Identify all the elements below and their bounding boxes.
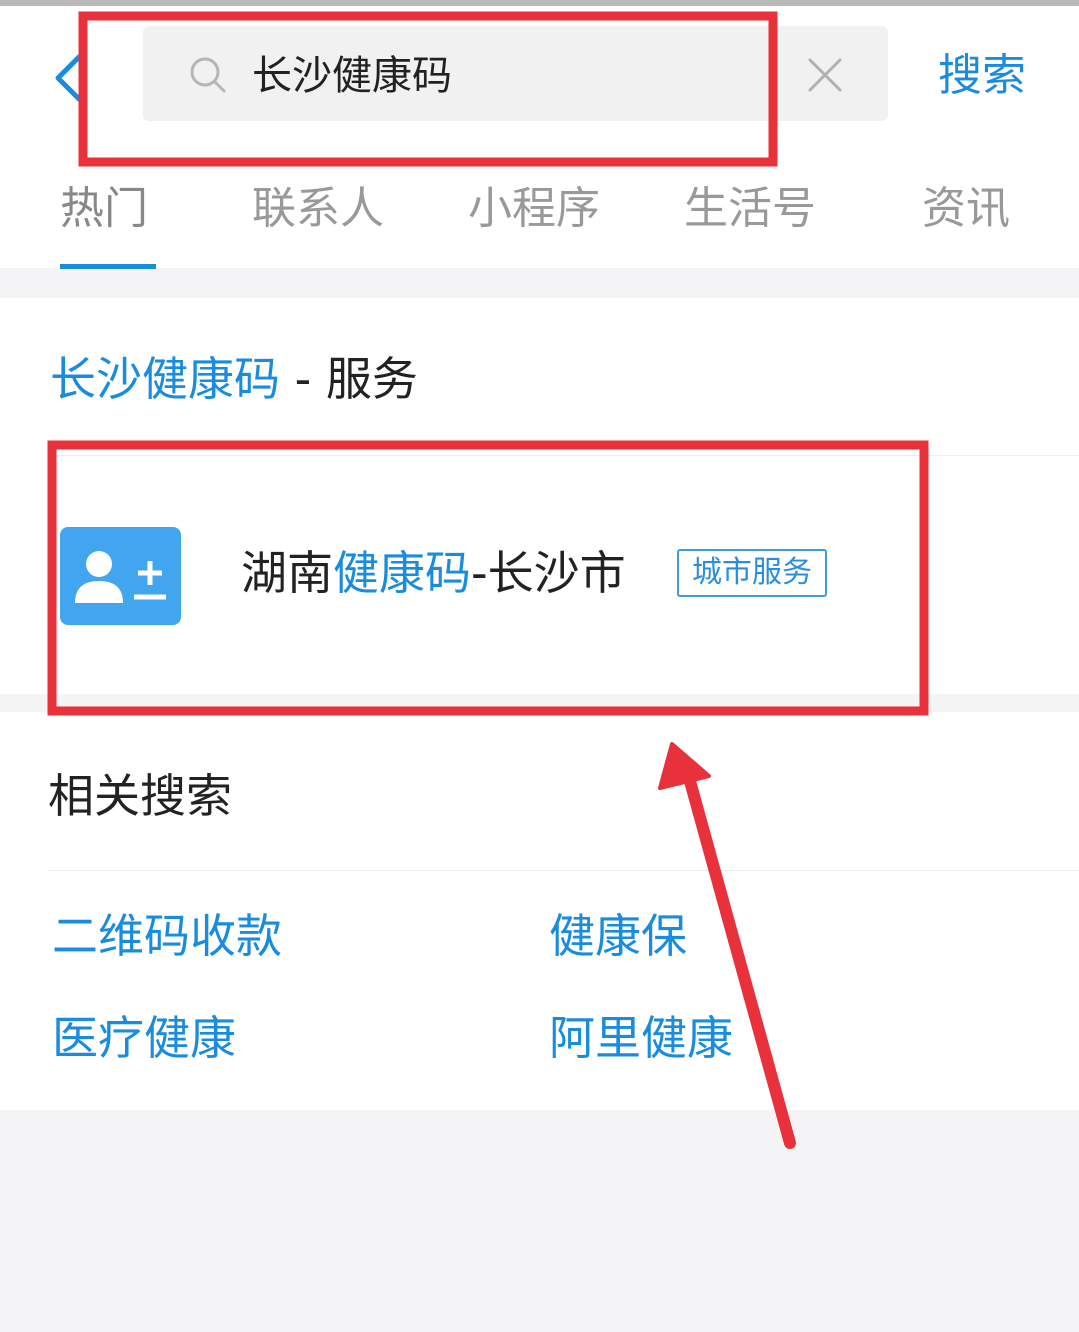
search-icon: [190, 57, 226, 93]
tab-hot[interactable]: 热门: [60, 178, 148, 240]
divider: [48, 870, 1079, 871]
city-service-badge: 城市服务: [677, 549, 827, 597]
service-title-highlight: 长沙健康码: [50, 352, 280, 406]
related-search-link[interactable]: 医疗健康: [52, 1007, 236, 1069]
result-highlight: 健康码: [333, 546, 471, 600]
back-arrow-icon[interactable]: [50, 50, 90, 106]
clear-icon[interactable]: [806, 56, 844, 94]
tab-life-accounts[interactable]: 生活号: [684, 178, 816, 240]
related-search-link[interactable]: 健康保: [549, 905, 687, 967]
result-prefix: 湖南: [241, 546, 333, 600]
divider: [50, 455, 1079, 456]
service-result-title[interactable]: 湖南健康码-长沙市: [241, 542, 626, 604]
related-search-title: 相关搜索: [48, 769, 232, 823]
related-search-link[interactable]: 二维码收款: [52, 905, 282, 967]
result-suffix: -长沙市: [471, 546, 626, 600]
service-title-suffix: - 服务: [280, 352, 418, 406]
active-tab-indicator: [60, 264, 156, 269]
search-query-text[interactable]: 长沙健康码: [252, 48, 452, 104]
search-button[interactable]: 搜索: [938, 45, 1026, 107]
related-search-link[interactable]: 阿里健康: [549, 1007, 733, 1069]
tab-mini-programs[interactable]: 小程序: [468, 178, 600, 240]
service-section-title: 长沙健康码 - 服务: [50, 348, 418, 410]
tab-news[interactable]: 资讯: [922, 178, 1010, 240]
tab-contacts[interactable]: 联系人: [252, 178, 384, 240]
add-contact-icon[interactable]: [60, 527, 181, 625]
